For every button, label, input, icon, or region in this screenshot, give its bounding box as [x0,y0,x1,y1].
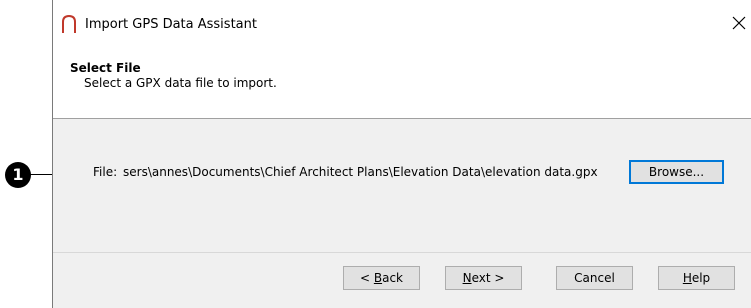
step-title: Select File [70,61,141,75]
title-bar[interactable]: Import GPS Data Assistant [53,0,751,45]
help-button[interactable]: Help [658,266,735,290]
back-button-prefix: < [359,271,374,285]
app-arch-icon [61,14,77,34]
cancel-button[interactable]: Cancel [556,266,633,290]
next-button[interactable]: Next > [445,266,522,290]
help-button-mnemonic: H [682,271,692,285]
footer-divider [53,252,751,253]
back-button[interactable]: < Back [343,266,420,290]
step-description: Select a GPX data file to import. [84,76,277,90]
window-title: Import GPS Data Assistant [85,17,257,32]
back-button-mnemonic: B [373,271,383,285]
file-path-field[interactable]: sers\annes\Documents\Chief Architect Pla… [123,165,598,179]
close-icon[interactable] [728,12,750,34]
help-button-rest: elp [691,271,711,285]
back-button-rest: ack [382,271,403,285]
file-label: File: [93,165,118,179]
next-button-rest: ext > [471,271,505,285]
file-selection-panel: File: sers\annes\Documents\Chief Archite… [53,120,751,252]
step-header: Select File Select a GPX data file to im… [53,45,751,119]
import-gps-dialog: Import GPS Data Assistant Select File Se… [52,0,751,308]
next-button-mnemonic: N [462,271,472,285]
callout-number-badge: 1 [5,162,31,188]
browse-button[interactable]: Browse... [629,160,724,184]
